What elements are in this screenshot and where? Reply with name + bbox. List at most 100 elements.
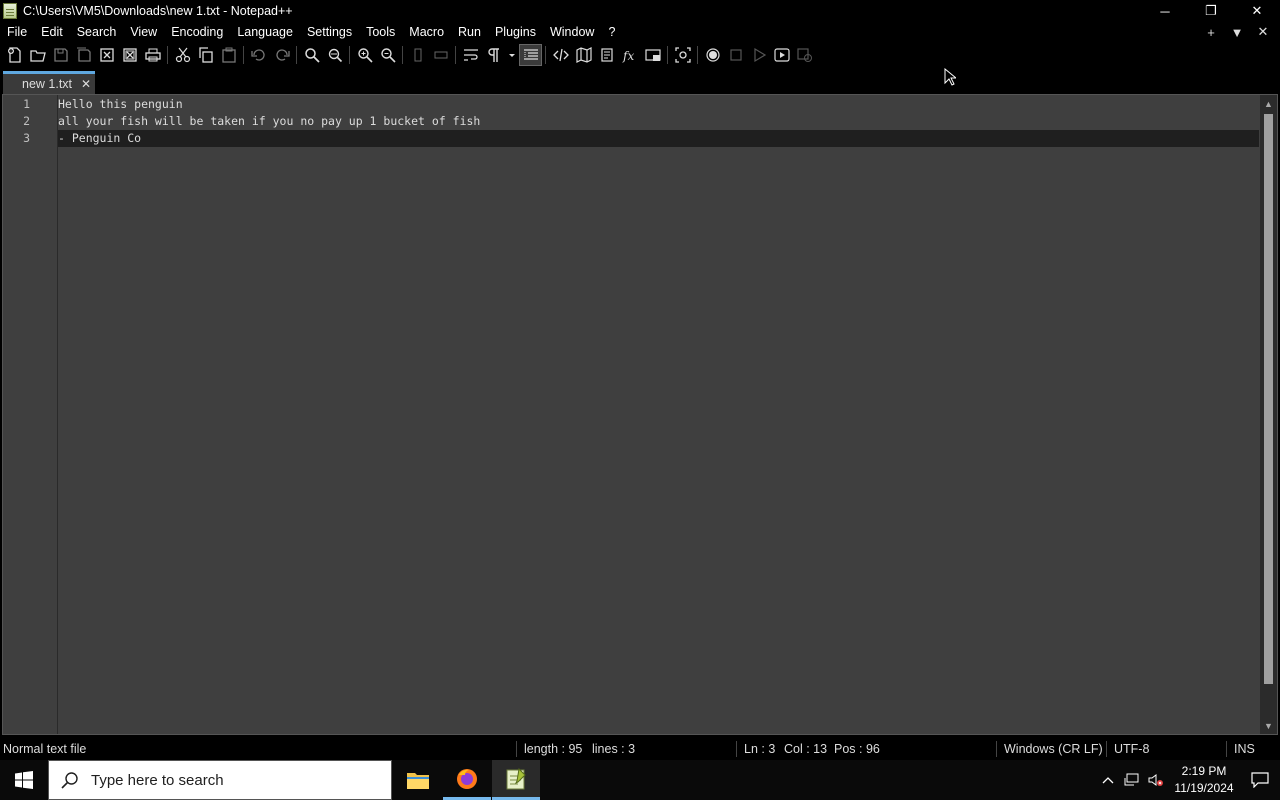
- stop-macro-icon[interactable]: [724, 44, 747, 66]
- status-encoding[interactable]: UTF-8: [1114, 738, 1149, 760]
- menu-tools[interactable]: Tools: [359, 22, 402, 42]
- status-separator: [1106, 741, 1107, 757]
- restore-button[interactable]: ❐: [1188, 0, 1234, 22]
- folder-icon: [407, 773, 429, 789]
- status-eol[interactable]: Windows (CR LF): [1004, 738, 1103, 760]
- new-file-icon[interactable]: [3, 44, 26, 66]
- word-wrap-icon[interactable]: [459, 44, 482, 66]
- menu-macro[interactable]: Macro: [402, 22, 451, 42]
- menu-language[interactable]: Language: [230, 22, 300, 42]
- window-title: C:\Users\VM5\Downloads\new 1.txt - Notep…: [23, 4, 293, 18]
- line-number: 1: [23, 97, 30, 111]
- search-icon: [61, 772, 78, 789]
- zoom-in-icon[interactable]: [353, 44, 376, 66]
- firefox-taskbar-button[interactable]: [443, 760, 491, 800]
- close-icon[interactable]: [95, 44, 118, 66]
- chars-dropdown-icon[interactable]: [505, 44, 519, 66]
- menu-search[interactable]: Search: [70, 22, 124, 42]
- scroll-thumb[interactable]: [1264, 114, 1273, 684]
- clock-time: 2:19 PM: [1181, 764, 1227, 778]
- new-tab-button[interactable]: +: [1198, 25, 1224, 40]
- chevron-up-icon[interactable]: [1096, 760, 1120, 800]
- redo-icon[interactable]: [270, 44, 293, 66]
- fx-icon[interactable]: fx: [618, 44, 641, 66]
- start-button[interactable]: [0, 760, 48, 800]
- close-window-button[interactable]: ✕: [1234, 0, 1280, 22]
- zoom-out-icon[interactable]: [376, 44, 399, 66]
- toolbar-separator: [697, 46, 698, 64]
- find-icon[interactable]: [300, 44, 323, 66]
- menu-file[interactable]: File: [0, 22, 34, 42]
- notepadpp-icon: [506, 767, 526, 789]
- indent-guide-icon[interactable]: [519, 44, 542, 66]
- tab-list-dropdown[interactable]: ▼: [1224, 25, 1250, 40]
- cut-icon[interactable]: [171, 44, 194, 66]
- status-separator: [516, 741, 517, 757]
- menu-encoding[interactable]: Encoding: [164, 22, 230, 42]
- replace-icon[interactable]: [323, 44, 346, 66]
- save-icon[interactable]: [49, 44, 72, 66]
- menu-help[interactable]: ?: [601, 22, 622, 42]
- system-clock[interactable]: 2:19 PM 11/19/2024: [1168, 763, 1240, 797]
- notification-center-icon[interactable]: [1240, 760, 1280, 800]
- close-all-icon[interactable]: [118, 44, 141, 66]
- window-controls: ─ ❐ ✕: [1142, 0, 1280, 22]
- menu-view[interactable]: View: [123, 22, 164, 42]
- function-list-icon[interactable]: [595, 44, 618, 66]
- file-explorer-taskbar-button[interactable]: [394, 760, 442, 800]
- tab-new-1-txt[interactable]: new 1.txt ✕: [3, 71, 95, 94]
- line-number-gutter[interactable]: 1 2 3: [3, 95, 58, 734]
- mouse-pointer-icon: [944, 68, 956, 86]
- menu-plugins[interactable]: Plugins: [488, 22, 543, 42]
- close-doc-button[interactable]: ✕: [1250, 24, 1276, 40]
- notepadpp-app-icon[interactable]: [3, 3, 17, 19]
- open-file-icon[interactable]: [26, 44, 49, 66]
- save-all-icon[interactable]: [72, 44, 95, 66]
- monitoring-icon[interactable]: [671, 44, 694, 66]
- scroll-down-arrow[interactable]: ▼: [1260, 717, 1277, 734]
- play-macro-icon[interactable]: [747, 44, 770, 66]
- save-macro-icon[interactable]: [793, 44, 816, 66]
- menu-settings[interactable]: Settings: [300, 22, 359, 42]
- scroll-up-arrow[interactable]: ▲: [1260, 95, 1277, 112]
- record-macro-icon[interactable]: [701, 44, 724, 66]
- code-line[interactable]: all your fish will be taken if you no pa…: [58, 113, 1259, 130]
- paste-icon[interactable]: [217, 44, 240, 66]
- status-lines: lines : 3: [592, 742, 636, 756]
- toolbar: fx: [0, 42, 1280, 68]
- status-insert-mode[interactable]: INS: [1234, 738, 1255, 760]
- minimize-button[interactable]: ─: [1142, 0, 1188, 22]
- document-map-icon[interactable]: [572, 44, 595, 66]
- run-macro-multiple-icon[interactable]: [770, 44, 793, 66]
- folder-workspace-icon[interactable]: [641, 44, 664, 66]
- show-all-chars-icon[interactable]: [482, 44, 505, 66]
- volume-muted-icon[interactable]: [1144, 760, 1168, 800]
- toolbar-separator: [243, 46, 244, 64]
- xml-tag-icon[interactable]: [549, 44, 572, 66]
- search-placeholder: Type here to search: [91, 771, 224, 789]
- taskbar-search-box[interactable]: Type here to search: [48, 760, 392, 800]
- menu-window[interactable]: Window: [543, 22, 601, 42]
- menu-edit[interactable]: Edit: [34, 22, 70, 42]
- sync-vertical-icon[interactable]: [406, 44, 429, 66]
- notepadpp-taskbar-button[interactable]: [492, 760, 540, 800]
- tab-bar: new 1.txt ✕: [0, 68, 1280, 94]
- copy-icon[interactable]: [194, 44, 217, 66]
- toolbar-separator: [167, 46, 168, 64]
- code-line-current[interactable]: - Penguin Co: [58, 130, 1259, 147]
- network-icon[interactable]: [1120, 760, 1144, 800]
- line-number: 2: [23, 114, 30, 128]
- firefox-icon: [457, 768, 477, 789]
- sync-horizontal-icon[interactable]: [429, 44, 452, 66]
- print-icon[interactable]: [141, 44, 164, 66]
- tab-close-icon[interactable]: ✕: [81, 77, 91, 91]
- code-area[interactable]: Hello this penguin all your fish will be…: [58, 96, 1259, 147]
- status-file-type: Normal text file: [3, 742, 87, 756]
- vertical-scrollbar[interactable]: ▲ ▼: [1260, 95, 1277, 734]
- undo-icon[interactable]: [247, 44, 270, 66]
- code-line[interactable]: Hello this penguin: [58, 96, 1259, 113]
- status-separator: [1226, 741, 1227, 757]
- menu-run[interactable]: Run: [451, 22, 488, 42]
- text-editor[interactable]: 1 2 3 Hello this penguin all your fish w…: [2, 94, 1278, 735]
- status-separator: [996, 741, 997, 757]
